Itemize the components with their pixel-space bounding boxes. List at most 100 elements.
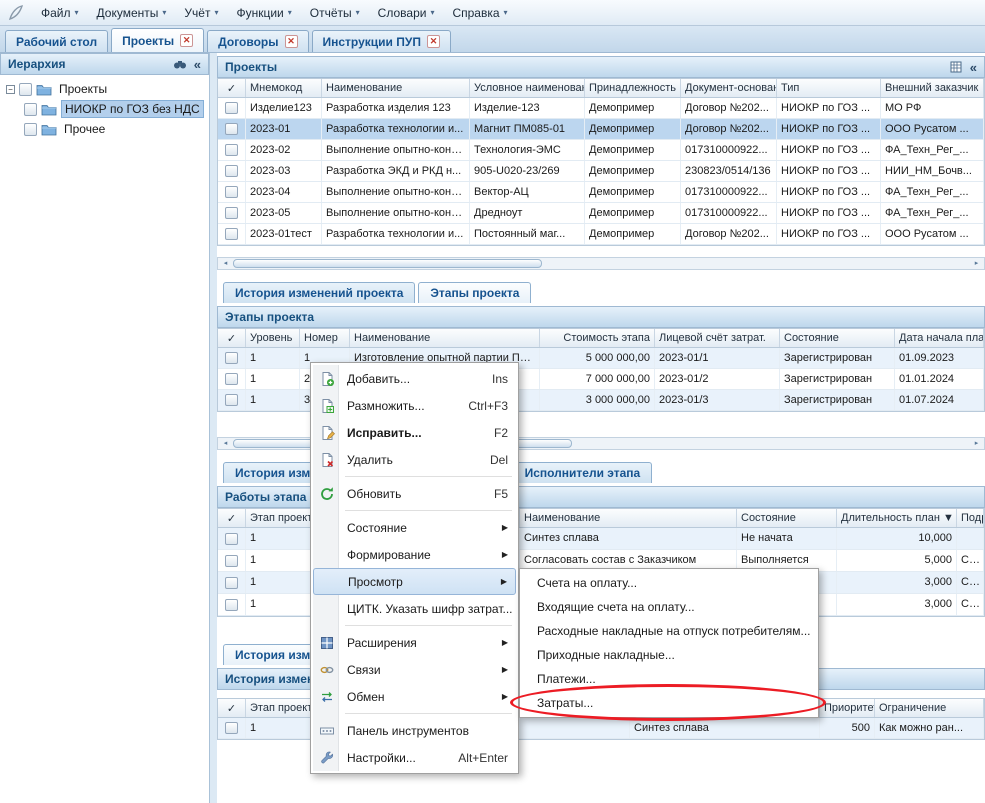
close-icon[interactable]: ✕ (285, 35, 298, 48)
grid-view-icon[interactable] (949, 61, 963, 73)
tree-item[interactable]: Прочее (0, 119, 209, 139)
checkbox[interactable] (225, 533, 238, 545)
menu-item[interactable]: Приходные накладные... (522, 643, 816, 667)
checkbox[interactable] (225, 123, 238, 135)
column-header[interactable]: Принадлежность (585, 79, 681, 97)
column-header[interactable]: Тип (777, 79, 881, 97)
close-icon[interactable]: ✕ (180, 34, 193, 47)
column-header[interactable]: ✓ (218, 699, 246, 717)
scrollbar-thumb[interactable] (233, 259, 542, 268)
column-header[interactable]: ✓ (218, 329, 246, 347)
column-header[interactable]: Наименование (322, 79, 470, 97)
close-icon[interactable]: ✕ (427, 35, 440, 48)
menu-item[interactable]: Состояние▶ (313, 514, 516, 541)
column-header[interactable]: Номер (300, 329, 350, 347)
document-tab[interactable]: Инструкции ПУП✕ (312, 30, 451, 52)
checkbox[interactable] (24, 103, 37, 116)
column-header[interactable]: Внешний заказчик (881, 79, 984, 97)
menu-item[interactable]: УдалитьDel (313, 446, 516, 473)
column-header[interactable]: Дата начала план (895, 329, 984, 347)
horizontal-scrollbar[interactable]: ◂ ▸ (217, 257, 985, 270)
search-icon[interactable] (173, 58, 187, 70)
table-row[interactable]: 2023-04Выполнение опытно-конс...Вектор-А… (218, 182, 984, 203)
column-header[interactable]: Условное наименование (470, 79, 585, 97)
tree-item[interactable]: НИОКР по ГОЗ без НДС (0, 99, 209, 119)
menu-item[interactable]: Просмотр▶ (313, 568, 516, 595)
checkbox[interactable] (225, 577, 238, 589)
table-row[interactable]: 2023-01Разработка технологии и...Магнит … (218, 119, 984, 140)
checkbox[interactable] (225, 394, 238, 406)
menubar-item[interactable]: Файл▾ (32, 2, 88, 24)
table-row[interactable]: 2023-01тестРазработка технологии и...Пос… (218, 224, 984, 245)
column-header[interactable]: Состояние (737, 509, 837, 527)
checkbox[interactable] (225, 352, 238, 364)
menu-item[interactable]: Расширения▶ (313, 629, 516, 656)
menubar-item[interactable]: Словари▾ (369, 2, 444, 24)
column-header[interactable]: ✓ (218, 79, 246, 97)
scrollbar-track[interactable] (233, 258, 969, 269)
checkbox[interactable] (225, 102, 238, 114)
checkbox[interactable] (225, 165, 238, 177)
column-header[interactable]: Состояние (780, 329, 895, 347)
column-header[interactable]: Приоритет (820, 699, 875, 717)
menu-item[interactable]: Исправить...F2 (313, 419, 516, 446)
column-header[interactable]: Лицевой счёт затрат. (655, 329, 780, 347)
table-row[interactable]: Изделие123Разработка изделия 123Изделие-… (218, 98, 984, 119)
menu-item[interactable]: Обмен▶ (313, 683, 516, 710)
document-tab[interactable]: Рабочий стол (5, 30, 108, 52)
menubar-item[interactable]: Документы▾ (88, 2, 176, 24)
menu-item[interactable]: Затраты... (522, 691, 816, 715)
checkbox[interactable] (24, 123, 37, 136)
section-tab[interactable]: Исполнители этапа (513, 462, 653, 483)
checkbox[interactable] (225, 144, 238, 156)
menubar-item[interactable]: Справка▾ (443, 2, 516, 24)
menu-item[interactable]: Связи▶ (313, 656, 516, 683)
column-header[interactable]: Мнемокод (246, 79, 322, 97)
column-header[interactable]: Подразделение (957, 509, 984, 527)
column-header[interactable]: Наименование (350, 329, 540, 347)
menu-item[interactable]: ОбновитьF5 (313, 480, 516, 507)
menu-item[interactable]: Добавить...Ins (313, 365, 516, 392)
table-row[interactable]: 2023-03Разработка ЭКД и РКД н...905-U020… (218, 161, 984, 182)
column-header[interactable]: Стоимость этапа (540, 329, 655, 347)
column-header[interactable]: Уровень (246, 329, 300, 347)
column-header[interactable]: Ограничение (875, 699, 984, 717)
panel-splitter[interactable] (210, 53, 217, 803)
menubar-item[interactable]: Учёт▾ (175, 2, 227, 24)
table-row[interactable]: 2023-05Выполнение опытно-конс...Дредноут… (218, 203, 984, 224)
table-row[interactable]: 2023-02Выполнение опытно-конс...Технолог… (218, 140, 984, 161)
document-tab[interactable]: Проекты✕ (111, 28, 204, 52)
menu-item[interactable]: Настройки...Alt+Enter (313, 744, 516, 771)
scroll-right-icon[interactable]: ▸ (970, 258, 983, 269)
checkbox[interactable] (225, 555, 238, 567)
checkbox[interactable] (225, 207, 238, 219)
menu-item[interactable]: Расходные накладные на отпуск потребител… (522, 619, 816, 643)
collapse-panel-icon[interactable]: « (194, 58, 201, 71)
tree-expander-icon[interactable]: − (6, 85, 15, 94)
menu-item[interactable]: ЦИТК. Указать шифр затрат... (313, 595, 516, 622)
menu-item[interactable]: Входящие счета на оплату... (522, 595, 816, 619)
checkbox[interactable] (19, 83, 32, 96)
checkbox[interactable] (225, 186, 238, 198)
menu-item[interactable]: Счета на оплату... (522, 571, 816, 595)
column-header[interactable]: Документ-основание (681, 79, 777, 97)
tree-item[interactable]: −Проекты (0, 79, 209, 99)
menu-item[interactable]: Платежи... (522, 667, 816, 691)
column-header[interactable]: Наименование (520, 509, 737, 527)
checkbox[interactable] (225, 373, 238, 385)
column-header[interactable]: ✓ (218, 509, 246, 527)
menu-item[interactable]: Размножить...Ctrl+F3 (313, 392, 516, 419)
menu-item[interactable]: Формирование▶ (313, 541, 516, 568)
menu-item[interactable]: Панель инструментов (313, 717, 516, 744)
checkbox[interactable] (225, 722, 238, 734)
column-header[interactable]: Длительность план ▼ (837, 509, 957, 527)
section-tab[interactable]: Этапы проекта (418, 282, 531, 303)
menubar-item[interactable]: Функции▾ (227, 2, 300, 24)
checkbox[interactable] (225, 228, 238, 240)
collapse-section-icon[interactable]: « (970, 61, 977, 74)
scroll-left-icon[interactable]: ◂ (219, 438, 232, 449)
menubar-item[interactable]: Отчёты▾ (301, 2, 369, 24)
scroll-right-icon[interactable]: ▸ (970, 438, 983, 449)
section-tab[interactable]: История изменений проекта (223, 282, 415, 303)
checkbox[interactable] (225, 599, 238, 611)
